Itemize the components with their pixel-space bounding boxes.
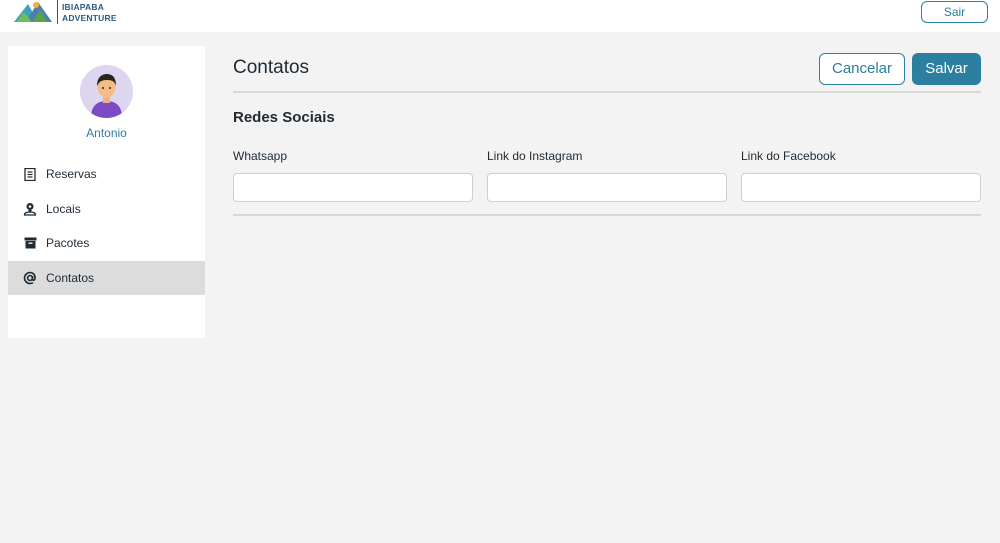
- form-divider: [233, 214, 981, 216]
- sidebar-item-reservas[interactable]: Reservas: [8, 157, 205, 191]
- cancel-button[interactable]: Cancelar: [819, 53, 905, 85]
- header-divider: [233, 91, 981, 93]
- sidebar-item-locais[interactable]: Locais: [8, 192, 205, 226]
- page-title: Contatos: [233, 57, 310, 78]
- receipt-icon: [23, 167, 37, 181]
- section-title: Redes Sociais: [233, 109, 335, 126]
- mountain-logo-icon: [14, 2, 52, 22]
- facebook-label: Link do Facebook: [741, 149, 836, 163]
- top-bar: IBIAPABA ADVENTURE Sair: [0, 0, 1000, 32]
- sidebar-item-label: Reservas: [46, 167, 97, 181]
- user-avatar-icon: [80, 65, 133, 118]
- sidebar-item-pacotes[interactable]: Pacotes: [8, 226, 205, 260]
- sidebar-item-label: Contatos: [46, 271, 95, 285]
- at-sign-icon: [23, 271, 37, 285]
- sidebar-item-label: Pacotes: [46, 236, 90, 250]
- sidebar: Antonio Reservas Locais Pacotes Contatos: [8, 46, 205, 338]
- instagram-link-field[interactable]: [487, 173, 727, 202]
- logo-divider: [57, 0, 58, 24]
- logout-button[interactable]: Sair: [921, 1, 988, 23]
- location-person-icon: [23, 202, 37, 216]
- brand-logo[interactable]: IBIAPABA ADVENTURE: [14, 0, 124, 28]
- save-button[interactable]: Salvar: [912, 53, 981, 85]
- whatsapp-field[interactable]: [233, 173, 473, 202]
- user-name: Antonio: [86, 126, 127, 140]
- brand-line-1: IBIAPABA: [62, 2, 105, 12]
- brand-line-2: ADVENTURE: [62, 13, 117, 23]
- avatar[interactable]: [80, 65, 133, 118]
- instagram-label: Link do Instagram: [487, 149, 583, 163]
- brand-name: IBIAPABA ADVENTURE: [62, 2, 117, 24]
- sidebar-item-contatos[interactable]: Contatos: [8, 261, 205, 295]
- sidebar-item-label: Locais: [46, 202, 81, 216]
- whatsapp-label: Whatsapp: [233, 149, 288, 163]
- archive-box-icon: [23, 236, 37, 250]
- facebook-link-field[interactable]: [741, 173, 981, 202]
